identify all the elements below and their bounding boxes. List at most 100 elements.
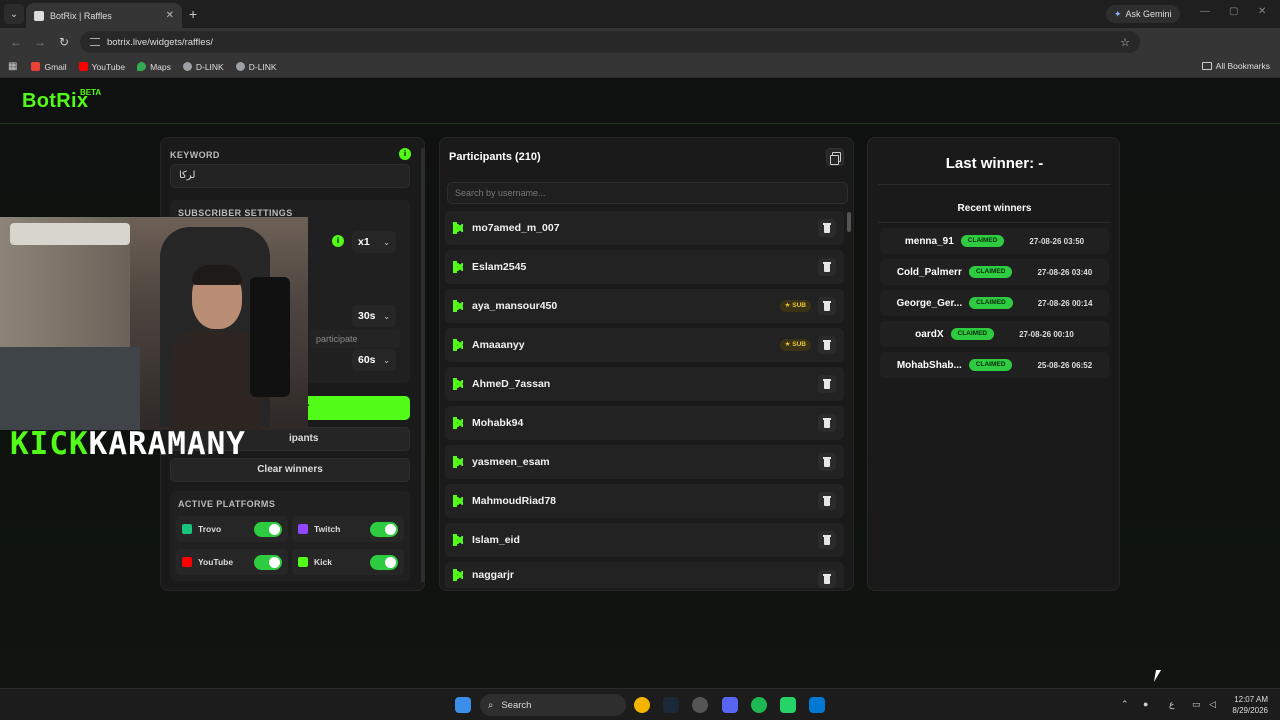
gmail-icon [31, 62, 41, 71]
claimed-badge: CLAIMED [968, 359, 1013, 371]
beta-badge: BETA [80, 88, 102, 97]
participant-row: Eslam2545 [445, 250, 844, 284]
trash-icon[interactable] [818, 453, 836, 471]
trash-icon[interactable] [818, 336, 836, 354]
new-tab-button[interactable]: + [189, 6, 197, 22]
windows-start-icon[interactable] [455, 697, 471, 713]
system-clock[interactable]: 12:07 AM 8/29/2026 [1232, 694, 1268, 716]
whatsapp-icon[interactable] [780, 697, 796, 713]
taskbar-search[interactable]: ⌕ Search [480, 694, 626, 716]
trash-icon[interactable] [818, 531, 836, 549]
maximize-window-icon[interactable]: ▢ [1229, 6, 1238, 17]
app-header: BotRix BETA [0, 80, 1280, 124]
botrix-favicon-icon [34, 10, 44, 21]
spotify-icon[interactable] [751, 697, 767, 713]
active-platforms-label: ACTIVE PLATFORMS [178, 499, 276, 509]
bookmark-dlink-1[interactable]: D-LINK [182, 62, 224, 72]
multiplier-select[interactable]: x1 ⌄ [352, 231, 396, 253]
participant-row: yasmeen_esam [445, 445, 844, 479]
subscriber-info-icon[interactable]: i [332, 235, 344, 247]
discord-icon[interactable] [722, 697, 738, 713]
bookmark-maps[interactable]: Maps [137, 62, 171, 72]
kick-icon [453, 417, 464, 429]
tab-close-icon[interactable]: ✕ [166, 10, 174, 21]
participant-name: Islam_eid [472, 534, 520, 546]
participant-name: yasmeen_esam [472, 456, 550, 468]
bookmark-label: YouTube [91, 61, 126, 72]
participant-name: Amaaanyy [472, 339, 525, 351]
mic-icon[interactable]: ● [1143, 699, 1148, 709]
volume-icon[interactable]: ◁ [1209, 699, 1216, 710]
network-icon[interactable]: ▭ [1192, 699, 1201, 710]
winner-name: oardX [915, 328, 944, 340]
air-conditioner [10, 223, 130, 245]
trovo-toggle[interactable] [254, 521, 282, 537]
globe-icon [235, 62, 245, 71]
all-bookmarks-button[interactable]: All Bookmarks [1201, 61, 1270, 71]
tab-search-dropdown[interactable]: ⌄ [4, 4, 24, 24]
app-icon[interactable] [692, 697, 708, 713]
kick-icon [453, 222, 464, 234]
bookmark-star-icon[interactable]: ☆ [1120, 36, 1130, 49]
trash-icon[interactable] [818, 258, 836, 276]
trash-icon[interactable] [818, 570, 836, 588]
participant-search-input[interactable]: Search by username... [447, 182, 848, 204]
youtube-icon [182, 557, 192, 567]
participant-row: MahmoudRiad78 [445, 484, 844, 518]
keyword-input[interactable]: لركا [170, 164, 410, 188]
winner-name: Cold_Palmerr [896, 266, 962, 278]
claimed-badge: CLAIMED [950, 328, 995, 340]
twitch-toggle[interactable] [370, 521, 398, 537]
timer-select-1[interactable]: 30s ⌄ [352, 305, 396, 327]
webcam-overlay [0, 217, 308, 430]
winner-row: menna_91 CLAIMED 27-08-26 03:50 [880, 228, 1109, 254]
winner-date: 25-08-26 06:52 [1037, 360, 1093, 370]
streamer-body [170, 329, 262, 430]
sub-badge: ★ SUB [779, 300, 811, 312]
trash-icon[interactable] [818, 297, 836, 315]
winner-name: MohabShab... [896, 359, 962, 371]
settings-scrollbar[interactable] [421, 148, 425, 582]
reload-icon[interactable]: ↻ [52, 35, 76, 49]
trash-icon[interactable] [818, 219, 836, 237]
kick-toggle[interactable] [370, 554, 398, 570]
botrix-logo[interactable]: BotRix [22, 90, 88, 113]
youtube-toggle[interactable] [254, 554, 282, 570]
scrollbar-thumb[interactable] [847, 212, 851, 232]
site-info-icon[interactable] [90, 38, 100, 46]
keyword-info-icon[interactable]: i [399, 148, 411, 160]
bookmark-dlink-2[interactable]: D-LINK [235, 62, 277, 72]
chrome-icon[interactable] [634, 697, 650, 713]
bookmark-gmail[interactable]: Gmail [31, 62, 67, 72]
steam-icon[interactable] [663, 697, 679, 713]
bookmark-youtube[interactable]: YouTube [78, 61, 126, 72]
language-indicator[interactable]: ع [1169, 699, 1174, 710]
participants-scrollbar[interactable] [847, 212, 851, 588]
bookmarks-bar: ▦ Gmail YouTube Maps D-LINK D-LINK All B… [0, 56, 1280, 78]
participants-title: Participants (210) [449, 151, 541, 163]
keyword-label: KEYWORD [170, 150, 220, 160]
trash-icon[interactable] [818, 375, 836, 393]
close-window-icon[interactable]: ✕ [1258, 6, 1266, 17]
copy-icon[interactable] [826, 148, 844, 166]
timer-select-2[interactable]: 60s ⌄ [352, 349, 396, 371]
back-arrow-icon[interactable]: ← [4, 35, 28, 49]
platform-name: YouTube [198, 557, 234, 567]
trash-icon[interactable] [818, 414, 836, 432]
chevron-down-icon: ⌄ [383, 311, 390, 321]
tray-chevron-icon[interactable]: ⌃ [1121, 699, 1129, 710]
platform-name: Kick [314, 557, 332, 567]
browser-toolbar: ← → ↻ botrix.live/widgets/raffles/ ☆ ⋮ [0, 28, 1280, 77]
participant-name: mo7amed_m_007 [472, 222, 560, 234]
participant-row: AhmeD_7assan [445, 367, 844, 401]
browser-tab-botrix[interactable]: BotRix | Raffles ✕ [26, 3, 182, 28]
multiplier-value: x1 [358, 236, 370, 248]
apps-grid-icon[interactable]: ▦ [8, 61, 17, 72]
ask-gemini-button[interactable]: ✦ Ask Gemini [1106, 5, 1180, 23]
minimize-window-icon[interactable]: — [1200, 6, 1210, 17]
address-bar[interactable]: botrix.live/widgets/raffles/ ☆ [80, 31, 1140, 53]
trash-icon[interactable] [818, 492, 836, 510]
forward-arrow-icon[interactable]: → [28, 35, 52, 49]
url-text: botrix.live/widgets/raffles/ [107, 36, 213, 48]
outlook-icon[interactable] [809, 697, 825, 713]
